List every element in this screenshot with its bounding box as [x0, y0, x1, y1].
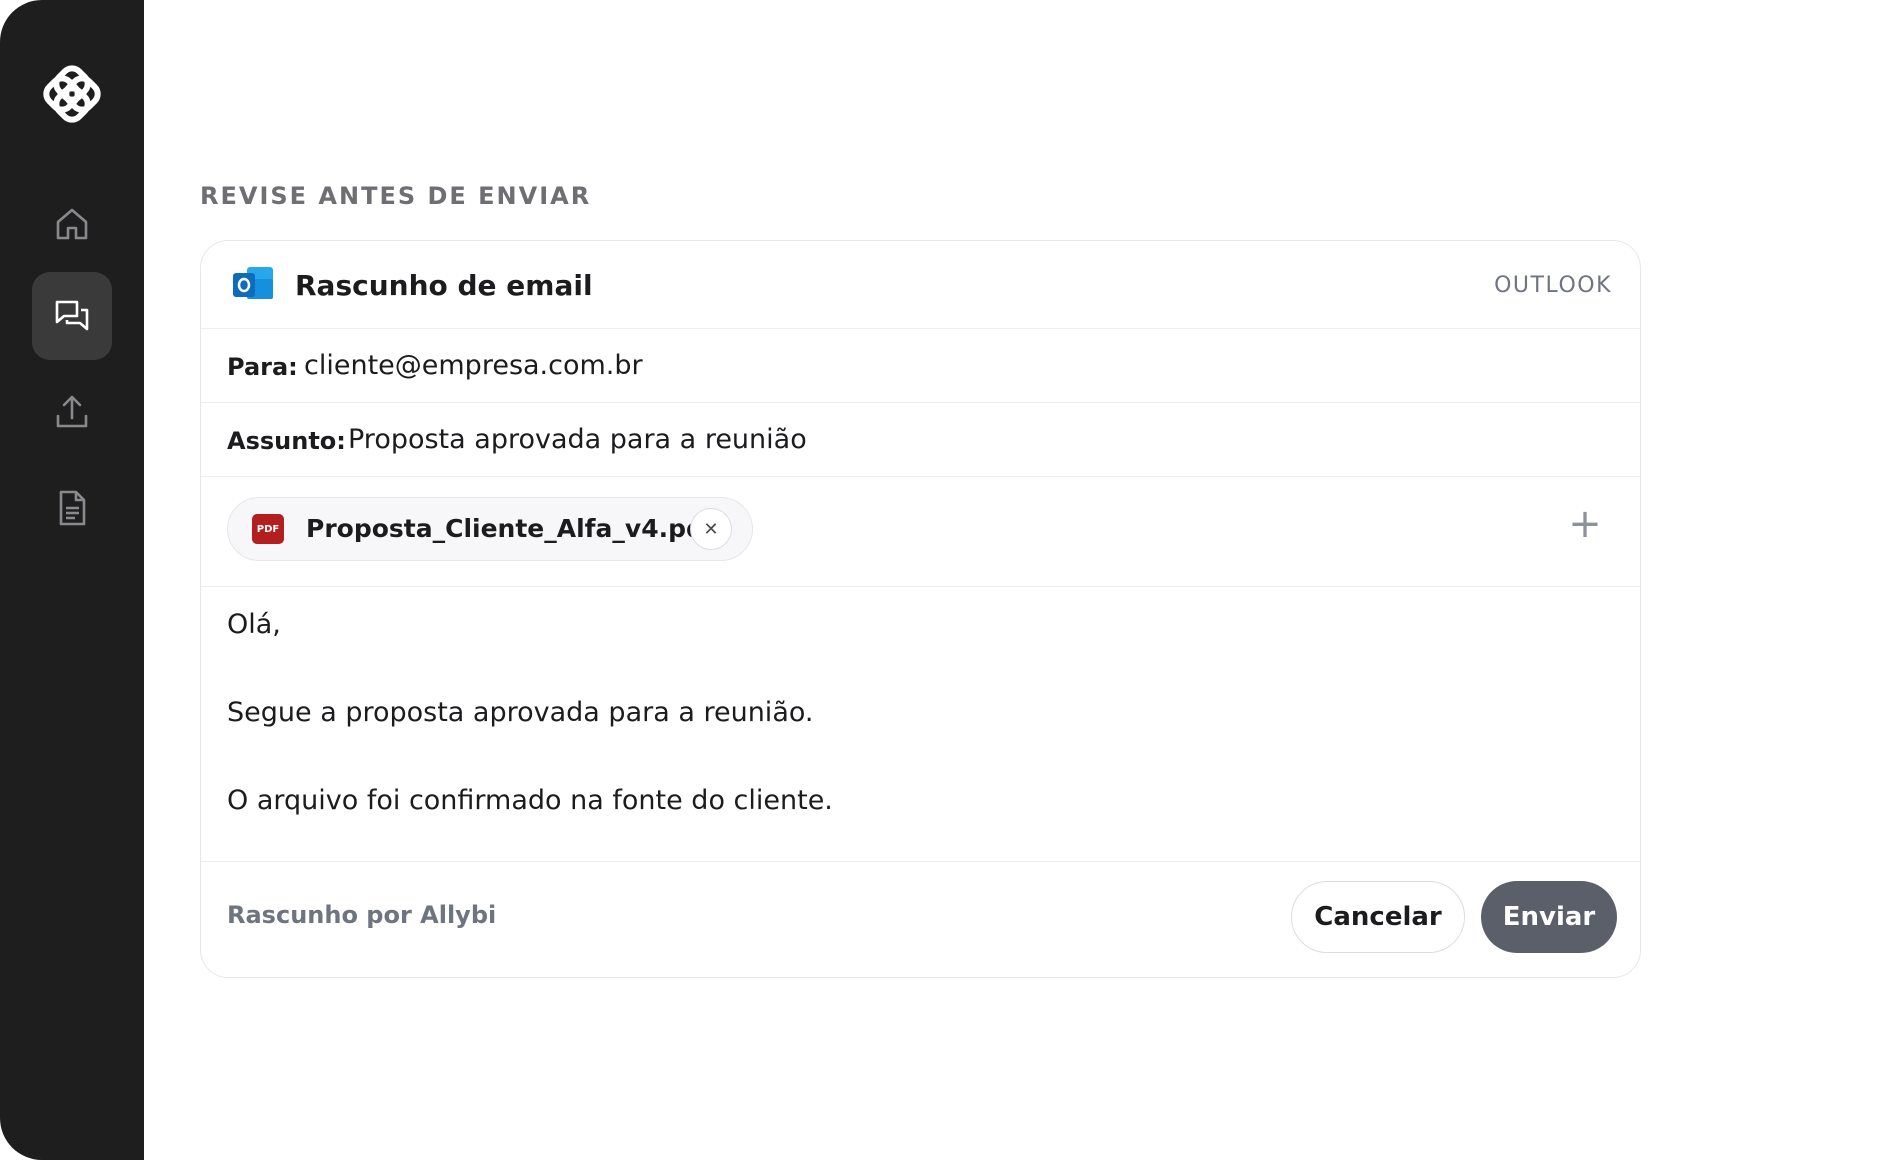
subject-label: Assunto: — [227, 427, 346, 455]
body-line: Olá, — [227, 609, 281, 640]
body-line: O arquivo foi confirmado na fonte do cli… — [227, 785, 833, 816]
document-icon — [59, 490, 86, 526]
attachment-file-name: Proposta_Cliente_Alfa_v4.pdf — [306, 514, 715, 543]
section-label: REVISE ANTES DE ENVIAR — [200, 182, 592, 210]
chat-bubbles-icon — [55, 300, 89, 331]
draft-header: Rascunho de email OUTLOOK — [201, 241, 1640, 329]
add-attachment-button[interactable]: + — [1568, 504, 1602, 544]
to-label: Para: — [227, 353, 298, 381]
subject-field[interactable]: Proposta aprovada para a reunião — [348, 424, 807, 455]
attachments-row: PDF Proposta_Cliente_Alfa_v4.pdf ✕ + — [201, 477, 1640, 587]
sidebar-item-home[interactable] — [32, 180, 112, 268]
home-icon — [56, 208, 88, 240]
remove-attachment-button[interactable]: ✕ — [690, 508, 732, 550]
sidebar-item-documents[interactable] — [32, 464, 112, 552]
cancel-button[interactable]: Cancelar — [1291, 881, 1465, 953]
draft-title: Rascunho de email — [295, 269, 593, 302]
subject-row: Assunto: Proposta aprovada para a reuniã… — [201, 403, 1640, 477]
attachment-chip[interactable]: PDF Proposta_Cliente_Alfa_v4.pdf ✕ — [227, 497, 753, 561]
outlook-icon — [231, 265, 275, 303]
provider-label: OUTLOOK — [1494, 273, 1612, 298]
sidebar — [0, 0, 144, 1160]
to-field[interactable]: cliente@empresa.com.br — [304, 350, 643, 381]
email-draft-card: Rascunho de email OUTLOOK Para: cliente@… — [200, 240, 1641, 978]
draft-author-note: Rascunho por Allybi — [227, 901, 497, 929]
pdf-file-icon: PDF — [252, 514, 284, 544]
body-line: Segue a proposta aprovada para a reunião… — [227, 697, 814, 728]
sidebar-item-chat[interactable] — [32, 272, 112, 360]
sidebar-item-upload[interactable] — [32, 368, 112, 456]
close-icon: ✕ — [703, 518, 719, 540]
plus-icon: + — [1568, 501, 1602, 547]
to-row: Para: cliente@empresa.com.br — [201, 329, 1640, 403]
allybi-logo-icon[interactable] — [42, 64, 102, 124]
send-button[interactable]: Enviar — [1481, 881, 1617, 953]
email-body[interactable]: Olá, Segue a proposta aprovada para a re… — [201, 587, 1640, 862]
upload-icon — [56, 395, 88, 428]
